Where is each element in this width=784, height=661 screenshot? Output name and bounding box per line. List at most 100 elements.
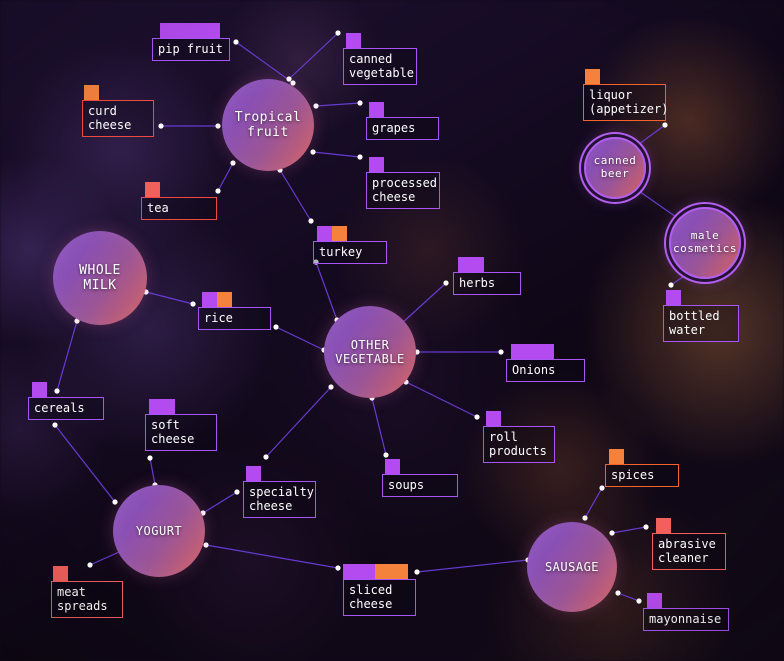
graph-node-canned_beer[interactable]: canned beer (584, 137, 646, 199)
edge-endpoint-dot (474, 414, 480, 420)
graph-edge (584, 487, 603, 519)
color-swatch-purple (647, 593, 662, 608)
graph-node-whole_milk[interactable]: WHOLE MILK (53, 231, 147, 325)
color-swatch-purple (346, 33, 361, 48)
item-label-bottled_water[interactable]: bottled water (663, 305, 739, 343)
swatch-group-soups (385, 459, 400, 474)
color-swatch-purple (317, 226, 332, 241)
edge-endpoint-dot (158, 123, 164, 129)
graph-node-tropical_fruit[interactable]: Tropical fruit (222, 79, 314, 171)
color-swatch-orange (217, 292, 232, 307)
item-label-curd_cheese[interactable]: curd cheese (82, 100, 154, 138)
item-label-processed_cheese[interactable]: processed cheese (366, 172, 440, 210)
graph-edge (312, 151, 361, 158)
swatch-group-rice (202, 292, 232, 307)
edge-endpoint-dot (357, 154, 363, 160)
swatch-group-roll_products (486, 411, 501, 426)
color-swatch-purple (343, 564, 375, 579)
swatch-group-turkey (317, 226, 347, 241)
item-label-herbs[interactable]: herbs (453, 272, 521, 296)
graph-node-male_cosmetics[interactable]: male cosmetics (669, 207, 741, 279)
graph-node-sausage[interactable]: SAUSAGE (527, 522, 617, 612)
edge-endpoint-dot (190, 301, 196, 307)
color-swatch-purple (246, 466, 261, 481)
edge-endpoint-dot (582, 515, 588, 521)
graph-edge (400, 282, 447, 325)
edge-endpoint-dot (662, 122, 668, 128)
item-label-abrasive_cleaner[interactable]: abrasive cleaner (652, 533, 726, 571)
graph-edge (275, 326, 325, 351)
edge-endpoint-dot (233, 39, 239, 45)
item-label-mayonnaise[interactable]: mayonnaise (643, 608, 729, 632)
graph-edge (205, 544, 339, 569)
item-label-rice[interactable]: rice (198, 307, 271, 331)
color-swatch-orange (84, 85, 99, 100)
color-swatch-purple (385, 459, 400, 474)
edge-endpoint-dot (308, 218, 314, 224)
item-label-sliced_cheese[interactable]: sliced cheese (343, 579, 416, 617)
item-label-roll_products[interactable]: roll products (483, 426, 555, 464)
color-swatch-orange (609, 449, 624, 464)
color-swatch-purple (369, 157, 384, 172)
item-label-cereals[interactable]: cereals (28, 397, 104, 421)
color-swatch-orange (375, 564, 408, 579)
graph-edge (315, 261, 338, 321)
item-label-specialty_cheese[interactable]: specialty cheese (243, 481, 316, 519)
item-label-turkey[interactable]: turkey (313, 241, 387, 265)
edge-endpoint-dot (615, 590, 621, 596)
graph-edge (265, 386, 332, 458)
item-label-onions[interactable]: Onions (506, 359, 585, 383)
graph-edge (634, 124, 666, 148)
graph-edge (611, 526, 647, 534)
swatch-group-meat_spreads (53, 566, 68, 581)
edge-endpoint-dot (643, 524, 649, 530)
item-label-spices[interactable]: spices (605, 464, 679, 488)
item-label-canned_vegetable[interactable]: canned vegetable (343, 48, 417, 86)
graph-edge (315, 102, 361, 107)
item-label-soft_cheese[interactable]: soft cheese (145, 414, 217, 452)
item-label-pip_fruit[interactable]: pip fruit (152, 38, 230, 62)
color-swatch-purple (160, 23, 220, 38)
swatch-group-herbs (458, 257, 484, 272)
edge-endpoint-dot (234, 489, 240, 495)
color-swatch-orange (585, 69, 600, 84)
edge-endpoint-dot (87, 562, 93, 568)
graph-node-yogurt[interactable]: YOGURT (113, 485, 205, 577)
graph-node-label: WHOLE MILK (79, 262, 121, 293)
item-label-meat_spreads[interactable]: meat spreads (51, 581, 123, 619)
graph-node-label: SAUSAGE (544, 559, 600, 574)
graph-node-other_vegetable[interactable]: OTHER VEGETABLE (324, 306, 416, 398)
color-swatch-purple (369, 102, 384, 117)
item-label-tea[interactable]: tea (141, 197, 217, 221)
swatch-group-grapes (369, 102, 384, 117)
graph-node-label: male cosmetics (672, 229, 738, 255)
graph-edge (235, 41, 294, 84)
color-swatch-purple (202, 292, 217, 307)
edge-endpoint-dot (609, 530, 615, 536)
swatch-group-sliced_cheese (343, 564, 408, 579)
color-swatch-purple (458, 257, 484, 272)
item-label-liquor[interactable]: liquor (appetizer) (583, 84, 668, 122)
swatch-group-processed_cheese (369, 157, 384, 172)
edge-endpoint-dot (215, 123, 221, 129)
edge-endpoint-dot (147, 455, 153, 461)
graph-edge (635, 188, 680, 220)
edge-endpoint-dot (273, 324, 279, 330)
swatch-group-pip_fruit (160, 23, 220, 38)
graph-node-label: Tropical fruit (234, 109, 302, 140)
color-swatch-red (656, 518, 671, 533)
edge-endpoint-dot (335, 565, 341, 571)
swatch-group-tea (145, 182, 160, 197)
edge-endpoint-dot (313, 103, 319, 109)
edge-endpoint-dot (668, 282, 674, 288)
color-swatch-purple (486, 411, 501, 426)
color-swatch-purple (511, 344, 554, 359)
edge-endpoint-dot (335, 30, 341, 36)
graph-edge (145, 291, 194, 305)
edge-endpoint-dot (310, 149, 316, 155)
swatch-group-soft_cheese (149, 399, 175, 414)
item-label-grapes[interactable]: grapes (366, 117, 439, 141)
edge-endpoint-dot (498, 349, 504, 355)
graph-edge (149, 457, 156, 486)
item-label-soups[interactable]: soups (382, 474, 458, 498)
